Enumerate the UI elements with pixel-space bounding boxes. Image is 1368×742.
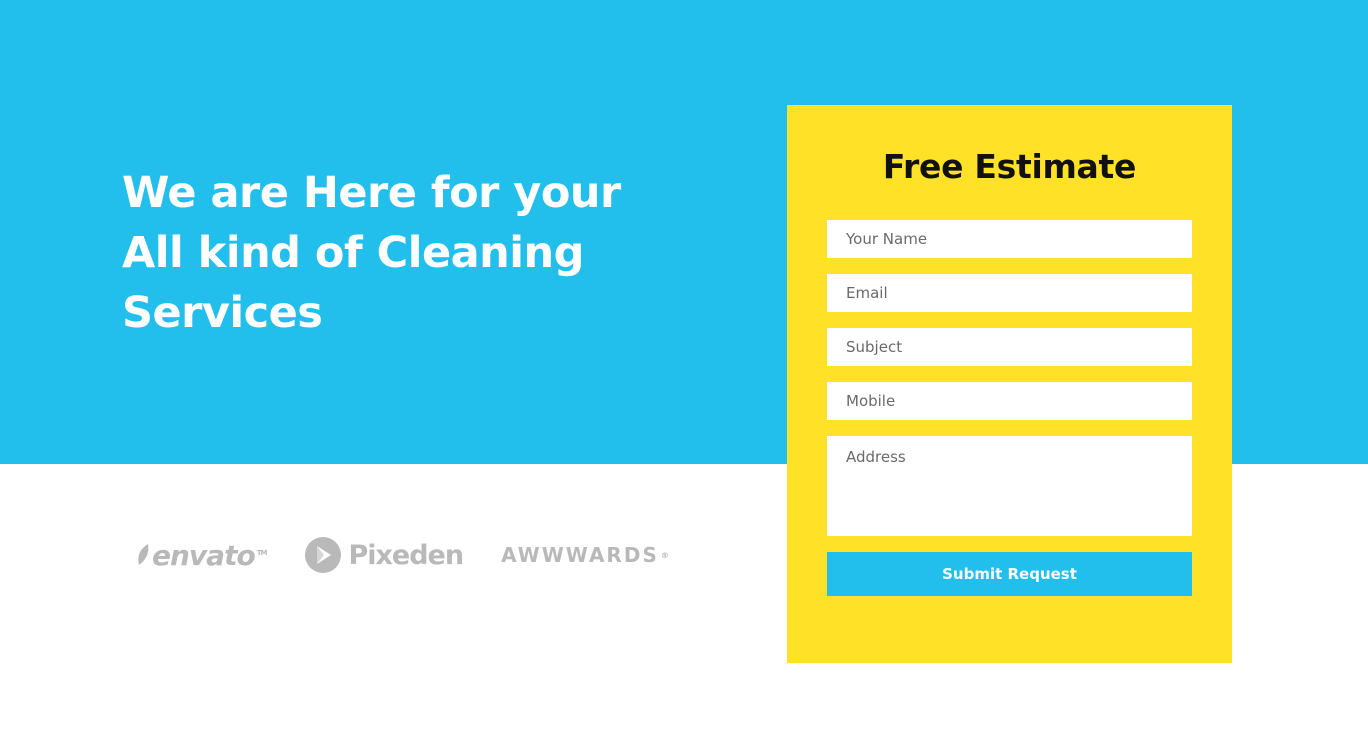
hero-title: We are Here for your All kind of Cleanin… <box>122 163 642 343</box>
envato-logo: envato TM <box>136 538 268 572</box>
pixeden-wordmark: Pixeden <box>348 539 464 571</box>
form-title: Free Estimate <box>882 147 1137 186</box>
email-field[interactable] <box>827 274 1192 312</box>
address-field[interactable] <box>827 436 1192 536</box>
page: We are Here for your All kind of Cleanin… <box>0 0 1368 742</box>
hero-title-line-2: All kind of Cleaning <box>122 228 584 278</box>
name-field[interactable] <box>827 220 1192 258</box>
envato-tm: TM <box>256 548 268 557</box>
hero-title-line-3: Services <box>122 288 323 338</box>
submit-request-button[interactable]: Submit Request <box>827 552 1192 596</box>
pixeden-logo: Pixeden <box>304 536 464 574</box>
pixeden-circle-icon <box>304 536 342 574</box>
hero-title-line-1: We are Here for your <box>122 168 621 218</box>
mobile-field[interactable] <box>827 382 1192 420</box>
awwwards-wordmark: AWWWARDS <box>501 543 659 567</box>
awwwards-logo: AWWWARDS ® <box>501 543 671 567</box>
subject-field[interactable] <box>827 328 1192 366</box>
envato-wordmark: envato <box>152 538 256 572</box>
awwwards-registered-mark: ® <box>660 550 671 560</box>
envato-leaf-icon <box>136 543 152 567</box>
partner-logos: envato TM Pixeden AWWWARDS ® <box>136 532 669 578</box>
free-estimate-form: Free Estimate Submit Request <box>787 105 1232 663</box>
